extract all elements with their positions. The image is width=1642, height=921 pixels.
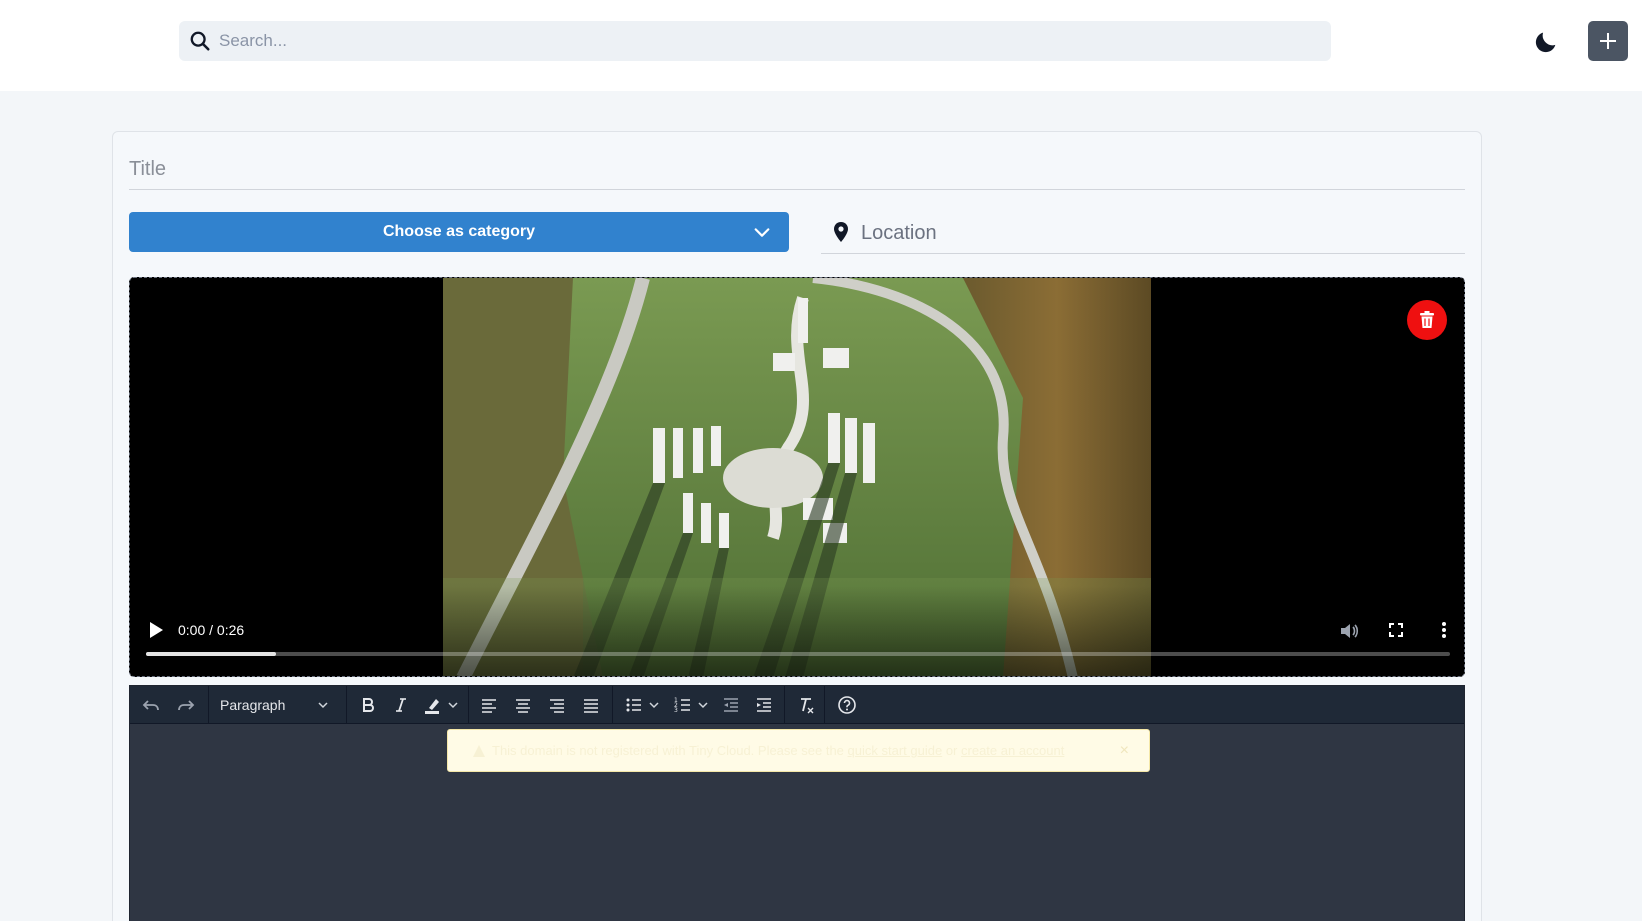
more-options-icon[interactable] <box>1434 619 1454 641</box>
chevron-down-icon <box>754 228 770 237</box>
plus-icon <box>1600 33 1616 49</box>
bold-button[interactable] <box>357 694 379 716</box>
block-format-label: Paragraph <box>220 697 286 713</box>
category-label: Choose as category <box>382 223 536 240</box>
bullet-list-dropdown[interactable] <box>647 694 661 716</box>
align-left-icon <box>482 699 496 713</box>
delete-video-button[interactable] <box>1407 300 1447 340</box>
highlight-color-dropdown[interactable] <box>446 694 460 716</box>
rich-text-editor[interactable]: Paragraph 1 2 3 This domain is not regis… <box>129 685 1465 921</box>
domain-warning-notice: This domain is not registered with Tiny … <box>447 729 1150 772</box>
video-time: 0:00 / 0:26 <box>178 622 245 638</box>
toolbar-separator <box>824 686 825 724</box>
warning-icon <box>473 744 485 757</box>
outdent-button[interactable] <box>720 694 742 716</box>
location-field[interactable] <box>821 212 1465 254</box>
video-controls-overlay <box>130 586 1464 676</box>
highlighter-icon <box>425 699 439 714</box>
bold-icon <box>363 698 374 712</box>
redo-icon <box>178 700 195 711</box>
indent-button[interactable] <box>753 694 775 716</box>
video-progress-bar[interactable] <box>146 652 1450 656</box>
highlight-button[interactable] <box>422 694 444 716</box>
align-center-icon <box>516 699 530 713</box>
toolbar-separator <box>784 686 785 724</box>
add-button[interactable] <box>1588 21 1628 61</box>
numbered-list-dropdown[interactable] <box>696 694 710 716</box>
clear-formatting-button[interactable] <box>795 694 817 716</box>
chevron-down-icon <box>649 702 659 709</box>
moon-icon[interactable] <box>1532 28 1560 56</box>
notice-or: or <box>945 743 958 758</box>
search-bar[interactable] <box>179 21 1331 61</box>
notice-text: This domain is not registered with Tiny … <box>492 743 844 758</box>
close-notice-button[interactable]: × <box>1120 742 1129 760</box>
undo-icon <box>142 700 159 711</box>
bullet-list-icon <box>626 698 641 712</box>
volume-icon[interactable] <box>1338 620 1360 642</box>
search-icon <box>190 31 210 51</box>
category-dropdown[interactable]: Choose as category <box>129 212 789 252</box>
align-justify-button[interactable] <box>580 694 602 716</box>
toolbar-separator <box>468 686 469 724</box>
trash-icon <box>1420 311 1434 328</box>
editor-toolbar: Paragraph 1 2 3 <box>130 686 1464 724</box>
chevron-down-icon <box>698 702 708 709</box>
help-icon <box>838 696 856 714</box>
chevron-down-icon <box>318 702 328 709</box>
indent-icon <box>757 698 771 712</box>
toolbar-separator <box>612 686 613 724</box>
redo-button[interactable] <box>175 694 197 716</box>
search-input[interactable] <box>219 21 1319 61</box>
title-input[interactable] <box>129 150 1465 190</box>
align-left-button[interactable] <box>478 694 500 716</box>
chevron-down-icon <box>448 702 458 709</box>
fullscreen-icon[interactable] <box>1386 620 1406 640</box>
italic-icon <box>396 698 406 712</box>
toolbar-separator <box>346 686 347 724</box>
help-button[interactable] <box>836 694 858 716</box>
undo-button[interactable] <box>140 694 162 716</box>
numbered-list-icon: 1 2 3 <box>674 697 690 714</box>
top-bar <box>0 0 1642 91</box>
bullet-list-button[interactable] <box>623 694 645 716</box>
italic-button[interactable] <box>390 694 412 716</box>
align-right-button[interactable] <box>546 694 568 716</box>
quick-start-link[interactable]: quick start guide <box>848 743 943 758</box>
create-account-link[interactable]: create an account <box>961 743 1064 758</box>
numbered-list-button[interactable]: 1 2 3 <box>672 694 694 716</box>
block-format-select[interactable]: Paragraph <box>210 686 340 724</box>
align-right-icon <box>550 699 564 713</box>
outdent-icon <box>724 698 738 712</box>
align-center-button[interactable] <box>512 694 534 716</box>
post-form-card: Choose as category <box>112 131 1482 921</box>
svg-text:3: 3 <box>674 707 678 714</box>
toolbar-separator <box>208 686 209 724</box>
location-input[interactable] <box>861 212 1451 254</box>
clear-formatting-icon <box>801 698 814 714</box>
play-icon[interactable] <box>148 621 164 639</box>
video-progress-fill <box>146 652 277 656</box>
location-pin-icon <box>834 222 848 242</box>
align-justify-icon <box>584 699 598 713</box>
video-player[interactable]: 0:00 / 0:26 <box>129 277 1465 677</box>
